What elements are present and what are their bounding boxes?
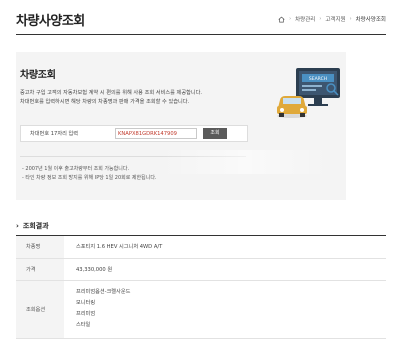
note-item: - 2007년 1월 이후 출고차량부터 조회 가능합니다. bbox=[22, 166, 130, 172]
note-item: - 타인 차량 정보 조회 방지를 위해 IP당 1일 20회로 제한됩니다. bbox=[22, 174, 157, 181]
table-row: 차종명 스포티지 1.6 HEV 시그니처 4WD A/T bbox=[16, 236, 386, 259]
vin-input[interactable] bbox=[115, 128, 197, 139]
breadcrumb: › 차량관리 › 고객지원 › 차량사양조회 bbox=[278, 15, 386, 23]
breadcrumb-separator: › bbox=[319, 16, 322, 22]
row-label: 조회옵션 bbox=[16, 280, 64, 339]
title-divider bbox=[16, 34, 386, 35]
results-heading: › 조회결과 bbox=[16, 221, 49, 231]
row-value: 프리미엄옵션-크렐사운드 모니터링 프리미엄 스타일 bbox=[64, 280, 386, 339]
notes-list: - 2007년 1월 이후 출고차량부터 조회 가능합니다. - 타인 차량 정… bbox=[22, 165, 157, 182]
breadcrumb-item-support[interactable]: 고객지원 bbox=[325, 15, 345, 23]
description-line: 중고차 구입 고객의 자동차보험 계약 시 편의를 위해 사용 조회 서비스를 … bbox=[20, 90, 203, 96]
row-label: 차종명 bbox=[16, 236, 64, 259]
table-row: 조회옵션 프리미엄옵션-크렐사운드 모니터링 프리미엄 스타일 bbox=[16, 280, 386, 339]
illustration-label: SEARCH bbox=[309, 76, 327, 82]
blur-overlay bbox=[160, 150, 330, 174]
home-icon[interactable] bbox=[278, 16, 285, 23]
description-line: 차대번호를 입력하시면 해당 차량의 차종명과 판매 가격을 조회할 수 있습니… bbox=[20, 99, 190, 105]
breadcrumb-item-current: 차량사양조회 bbox=[355, 17, 386, 23]
row-value: 43,330,000 원 bbox=[64, 258, 386, 281]
option-list: 프리미엄옵션-크렐사운드 모니터링 프리미엄 스타일 bbox=[76, 287, 386, 331]
table-row: 가격 43,330,000 원 bbox=[16, 258, 386, 281]
car-icon bbox=[277, 96, 307, 118]
page-title: 차량사양조회 bbox=[16, 14, 85, 29]
row-label: 가격 bbox=[16, 258, 64, 281]
row-value: 스포티지 1.6 HEV 시그니처 4WD A/T bbox=[64, 236, 386, 259]
list-item: 모니터링 bbox=[76, 300, 96, 306]
lookup-button[interactable]: 조회 bbox=[203, 128, 227, 139]
breadcrumb-separator: › bbox=[289, 16, 292, 22]
vin-input-row: 차대번호 17자리 입력 조회 bbox=[20, 125, 248, 142]
results-title: 조회결과 bbox=[22, 222, 49, 230]
results-table: 차종명 스포티지 1.6 HEV 시그니처 4WD A/T 가격 43,330,… bbox=[16, 236, 386, 339]
search-illustration: SEARCH bbox=[277, 68, 340, 118]
bullet-icon: › bbox=[16, 222, 19, 230]
breadcrumb-separator: › bbox=[349, 16, 352, 22]
vin-input-label: 차대번호 17자리 입력 bbox=[30, 131, 79, 137]
search-title: 차량조회 bbox=[20, 70, 56, 81]
list-item: 프리미엄옵션-크렐사운드 bbox=[76, 289, 131, 295]
search-description: 중고차 구입 고객의 자동차보험 계약 시 편의를 위해 사용 조회 서비스를 … bbox=[20, 89, 202, 107]
list-item: 스타일 bbox=[76, 322, 91, 328]
list-item: 프리미엄 bbox=[76, 311, 96, 317]
breadcrumb-item-vehicle[interactable]: 차량관리 bbox=[295, 15, 315, 23]
